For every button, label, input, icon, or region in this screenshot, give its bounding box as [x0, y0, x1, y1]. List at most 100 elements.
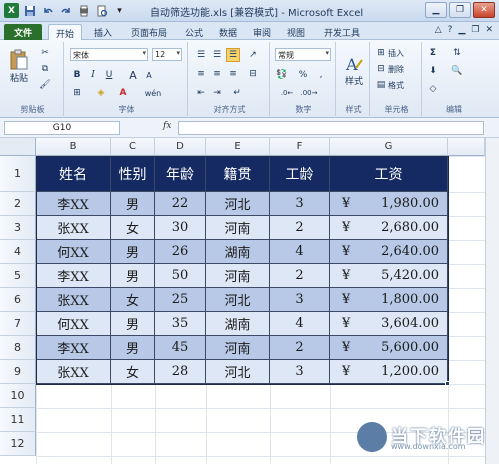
- delete-cells-button[interactable]: 删除: [388, 64, 404, 75]
- table-cell[interactable]: 李XX: [36, 336, 111, 360]
- insert-function-icon[interactable]: fx: [163, 121, 171, 131]
- align-top-icon[interactable]: ☰: [194, 48, 208, 62]
- formula-input[interactable]: [178, 121, 484, 135]
- row-header-3[interactable]: 3: [0, 216, 36, 240]
- help-icon[interactable]: ?: [448, 25, 453, 35]
- redo-icon[interactable]: [58, 3, 73, 18]
- styles-button[interactable]: A 样式: [341, 46, 367, 94]
- autosum-button[interactable]: Σ: [426, 46, 440, 60]
- table-cell[interactable]: 25: [155, 288, 206, 312]
- tab-page-layout[interactable]: 页面布局: [124, 24, 174, 40]
- table-cell[interactable]: 湖南: [206, 312, 270, 336]
- increase-indent-icon[interactable]: ⇥: [210, 86, 224, 100]
- tab-home[interactable]: 开始: [48, 24, 82, 40]
- table-cell[interactable]: 何XX: [36, 312, 111, 336]
- save-icon[interactable]: [22, 3, 37, 18]
- number-format-combo[interactable]: 常规 ▾: [275, 48, 331, 61]
- table-cell[interactable]: 35: [155, 312, 206, 336]
- excel-logo-icon[interactable]: X: [4, 3, 19, 18]
- row-header-6[interactable]: 6: [0, 288, 36, 312]
- table-cell[interactable]: 3: [270, 288, 330, 312]
- font-color-button[interactable]: A: [116, 86, 130, 100]
- fill-handle[interactable]: [445, 381, 450, 386]
- merge-center-icon[interactable]: ⊟: [246, 67, 260, 81]
- table-cell[interactable]: 男: [111, 240, 155, 264]
- worksheet-grid[interactable]: BCDEFG 1 2 3 4 5 6 7 8 9 10 11 12 姓名 性别 年龄 籍贯 工龄 工资 李XX 男 2…: [0, 138, 499, 464]
- tab-developer[interactable]: 开发工具: [318, 24, 366, 40]
- doc-minimize-icon[interactable]: ▁: [458, 25, 465, 35]
- delete-cells-icon[interactable]: ⊟: [374, 62, 388, 76]
- table-cell[interactable]: 湖南: [206, 240, 270, 264]
- table-cell[interactable]: 河北: [206, 360, 270, 384]
- fill-icon[interactable]: ⬇: [426, 64, 440, 78]
- table-cell[interactable]: 28: [155, 360, 206, 384]
- table-cell[interactable]: 女: [111, 360, 155, 384]
- table-header-cell[interactable]: 工资: [330, 156, 448, 192]
- vertical-scrollbar[interactable]: [485, 138, 499, 464]
- customize-qat-icon[interactable]: ▾: [112, 3, 127, 18]
- percent-button[interactable]: %: [296, 68, 310, 82]
- paste-button[interactable]: 粘贴: [6, 46, 32, 86]
- find-select-icon[interactable]: 🔍: [450, 64, 464, 78]
- select-all-corner[interactable]: [0, 138, 36, 156]
- table-cell[interactable]: 男: [111, 312, 155, 336]
- italic-button[interactable]: I: [86, 68, 100, 82]
- table-cell[interactable]: ¥1,200.00: [330, 360, 448, 384]
- wrap-text-icon[interactable]: ↵: [230, 86, 244, 100]
- table-cell[interactable]: 张XX: [36, 216, 111, 240]
- column-header-h[interactable]: [448, 138, 485, 156]
- row-header-8[interactable]: 8: [0, 336, 36, 360]
- name-box[interactable]: G10: [4, 121, 120, 135]
- table-cell[interactable]: 女: [111, 216, 155, 240]
- table-cell[interactable]: 李XX: [36, 192, 111, 216]
- align-center-icon[interactable]: ≡: [210, 67, 224, 81]
- table-cell[interactable]: 河南: [206, 264, 270, 288]
- decrease-decimal-icon[interactable]: .00→: [301, 86, 318, 100]
- ribbon-minimize-icon[interactable]: △: [435, 25, 442, 35]
- table-cell[interactable]: 河南: [206, 336, 270, 360]
- sort-filter-icon[interactable]: ⇅: [450, 46, 464, 60]
- table-cell[interactable]: ¥1,800.00: [330, 288, 448, 312]
- table-cell[interactable]: 河北: [206, 192, 270, 216]
- table-cell[interactable]: 2: [270, 216, 330, 240]
- copy-icon[interactable]: ⧉: [38, 62, 52, 76]
- increase-decimal-icon[interactable]: .0←: [280, 86, 294, 100]
- print-icon[interactable]: [94, 3, 109, 18]
- table-cell[interactable]: ¥2,680.00: [330, 216, 448, 240]
- tab-view[interactable]: 视图: [282, 24, 310, 40]
- row-header-4[interactable]: 4: [0, 240, 36, 264]
- tab-formulas[interactable]: 公式: [180, 24, 208, 40]
- table-cell[interactable]: 22: [155, 192, 206, 216]
- doc-restore-icon[interactable]: ❐: [471, 25, 479, 35]
- minimize-icon[interactable]: ▁: [425, 2, 447, 18]
- row-header-9[interactable]: 9: [0, 360, 36, 384]
- clear-icon[interactable]: ◇: [426, 82, 440, 96]
- table-cell[interactable]: 3: [270, 360, 330, 384]
- row-header-1[interactable]: 1: [0, 156, 36, 192]
- table-cell[interactable]: 50: [155, 264, 206, 288]
- table-cell[interactable]: ¥5,600.00: [330, 336, 448, 360]
- cut-icon[interactable]: ✂: [38, 46, 52, 60]
- font-name-combo[interactable]: 宋体 ▾: [70, 48, 148, 61]
- column-header-c[interactable]: C: [111, 138, 155, 156]
- close-icon[interactable]: ✕: [473, 2, 495, 18]
- row-header-5[interactable]: 5: [0, 264, 36, 288]
- column-header-b[interactable]: B: [36, 138, 111, 156]
- comma-style-button[interactable]: ,: [314, 68, 328, 82]
- align-left-icon[interactable]: ≡: [194, 67, 208, 81]
- shrink-font-button[interactable]: A: [142, 68, 156, 82]
- column-header-e[interactable]: E: [206, 138, 270, 156]
- table-header-cell[interactable]: 年龄: [155, 156, 206, 192]
- currency-format-icon[interactable]: 💱: [275, 68, 289, 82]
- column-header-f[interactable]: F: [270, 138, 330, 156]
- table-cell[interactable]: 河北: [206, 288, 270, 312]
- table-cell[interactable]: ¥3,604.00: [330, 312, 448, 336]
- table-cell[interactable]: 3: [270, 192, 330, 216]
- tab-file[interactable]: 文件: [4, 24, 42, 40]
- format-cells-icon[interactable]: ▤: [374, 78, 388, 92]
- table-cell[interactable]: 男: [111, 264, 155, 288]
- font-size-combo[interactable]: 12 ▾: [152, 48, 182, 61]
- table-cell[interactable]: 李XX: [36, 264, 111, 288]
- undo-icon[interactable]: [40, 3, 55, 18]
- table-cell[interactable]: 河南: [206, 216, 270, 240]
